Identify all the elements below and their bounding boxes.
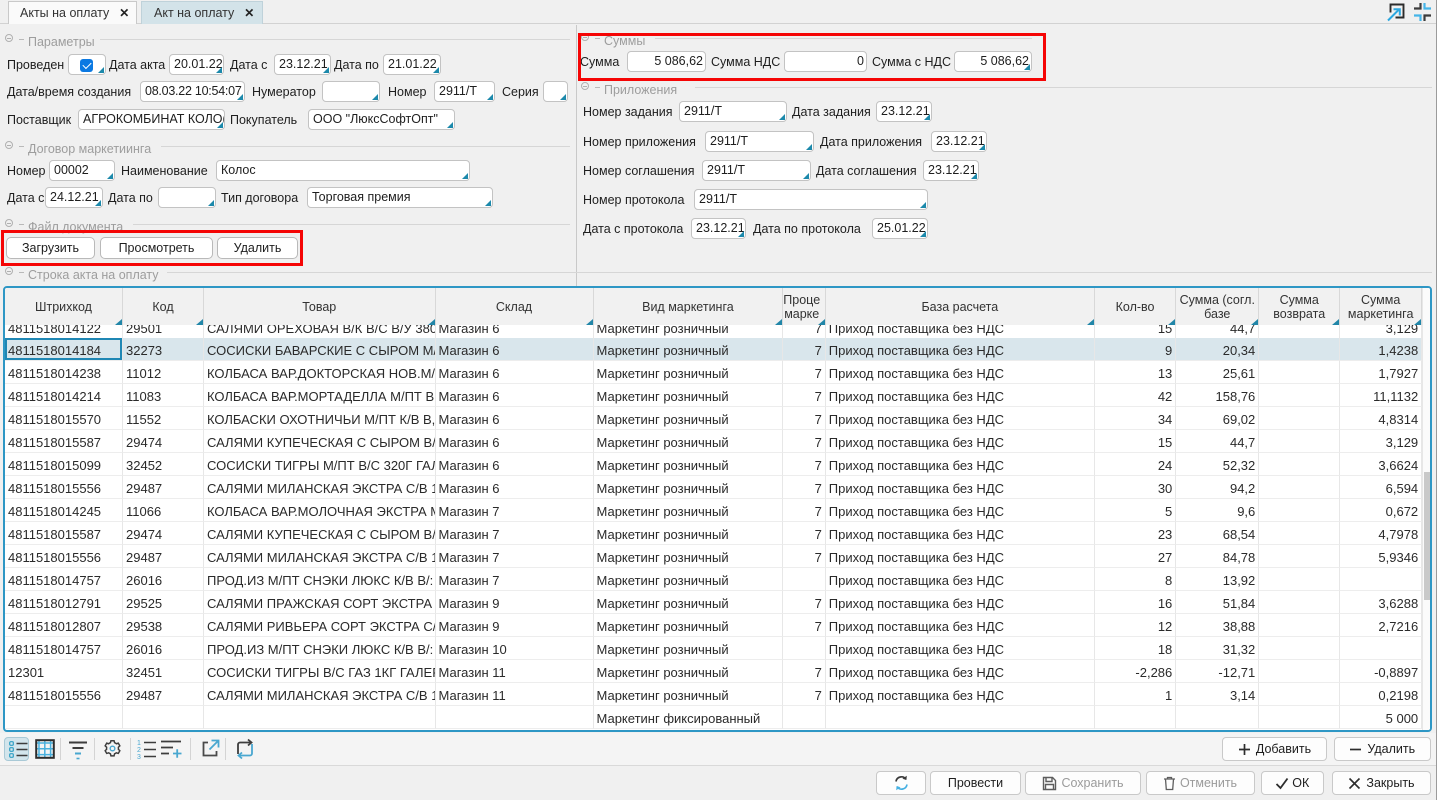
- svg-text:2: 2: [137, 747, 141, 754]
- svg-text:3: 3: [137, 754, 141, 759]
- svg-text:1: 1: [137, 740, 141, 747]
